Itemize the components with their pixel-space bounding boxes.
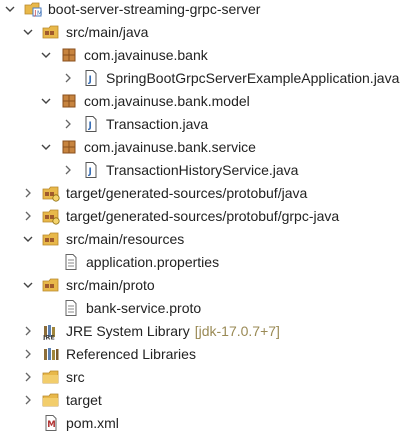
library-container-icon (42, 345, 60, 363)
svg-text:M: M (47, 420, 55, 430)
tree-item-package-service[interactable]: com.javainuse.bank.service (40, 136, 256, 158)
source-folder-label: src/main/resources (66, 231, 185, 247)
maven-xml-file-icon: M (42, 414, 60, 432)
svg-text:JRE: JRE (42, 334, 55, 341)
project-folder-icon: J M (24, 0, 42, 18)
chevron-down-icon[interactable] (22, 233, 34, 245)
tree-item-package-model[interactable]: com.javainuse.bank.model (40, 90, 250, 112)
chevron-right-icon[interactable] (22, 394, 34, 406)
jre-library-icon: JRE (42, 322, 60, 340)
chevron-right-icon[interactable] (22, 371, 34, 383)
project-label: boot-server-streaming-grpc-server (48, 1, 261, 17)
source-folder-label: src/main/java (66, 24, 149, 40)
tree-item-target-folder[interactable]: target (22, 389, 102, 411)
tree-item-referenced-libraries[interactable]: Referenced Libraries (22, 343, 196, 365)
package-icon (60, 46, 78, 64)
tree-item-src-main-proto[interactable]: src/main/proto (22, 274, 155, 296)
source-folder-label: src/main/proto (66, 277, 155, 293)
tree-item-properties-file[interactable]: application.properties (62, 251, 219, 273)
chevron-right-icon[interactable] (62, 72, 74, 84)
chevron-down-icon[interactable] (40, 49, 52, 61)
chevron-down-icon[interactable] (22, 279, 34, 291)
source-folder-label: target/generated-sources/protobuf/grpc-j… (66, 208, 340, 224)
package-label: com.javainuse.bank (84, 47, 208, 63)
file-label: Transaction.java (106, 116, 209, 132)
chevron-right-icon[interactable] (62, 164, 74, 176)
jdk-version-decoration: [jdk-17.0.7+7] (194, 323, 280, 339)
chevron-down-icon[interactable] (40, 95, 52, 107)
source-folder-icon (42, 230, 60, 248)
generated-source-folder-icon (42, 184, 60, 202)
chevron-down-icon[interactable] (4, 3, 16, 15)
tree-item-proto-file[interactable]: bank-service.proto (62, 297, 201, 319)
folder-label: src (66, 369, 85, 385)
text-file-icon (62, 299, 80, 317)
svg-text:J: J (33, 9, 36, 17)
tree-item-java-file[interactable]: J Transaction.java (62, 113, 208, 135)
file-label: application.properties (86, 254, 220, 270)
package-label: com.javainuse.bank.model (84, 93, 250, 109)
chevron-right-icon[interactable] (22, 210, 34, 222)
folder-label: target (66, 392, 102, 408)
tree-item-java-file[interactable]: J TransactionHistoryService.java (62, 159, 298, 181)
tree-item-src-main-resources[interactable]: src/main/resources (22, 228, 184, 250)
library-label: JRE System Library (66, 323, 190, 339)
chevron-down-icon[interactable] (40, 141, 52, 153)
tree-item-java-file[interactable]: J SpringBootGrpcServerExampleApplication… (62, 67, 399, 89)
tree-item-package-bank[interactable]: com.javainuse.bank (40, 44, 208, 66)
file-label: SpringBootGrpcServerExampleApplication.j… (106, 70, 400, 86)
generated-source-folder-icon (42, 207, 60, 225)
chevron-right-icon[interactable] (62, 118, 74, 130)
package-icon (60, 92, 78, 110)
svg-text:J: J (88, 75, 92, 85)
folder-icon (42, 368, 60, 386)
file-label: bank-service.proto (86, 300, 202, 316)
chevron-right-icon[interactable] (22, 187, 34, 199)
library-label: Referenced Libraries (66, 346, 196, 362)
source-folder-icon (42, 23, 60, 41)
tree-item-src-folder[interactable]: src (22, 366, 85, 388)
chevron-down-icon[interactable] (22, 26, 34, 38)
java-file-icon: J (82, 161, 100, 179)
svg-text:J: J (88, 167, 92, 177)
svg-text:M: M (37, 10, 42, 17)
java-file-icon: J (82, 69, 100, 87)
java-file-icon: J (82, 115, 100, 133)
tree-item-generated-grpc-java[interactable]: target/generated-sources/protobuf/grpc-j… (22, 205, 339, 227)
tree-item-src-main-java[interactable]: src/main/java (22, 21, 148, 43)
chevron-right-icon[interactable] (22, 325, 34, 337)
package-label: com.javainuse.bank.service (84, 139, 256, 155)
source-folder-icon (42, 276, 60, 294)
tree-item-jre-library[interactable]: JRE JRE System Library [jdk-17.0.7+7] (22, 320, 280, 342)
tree-item-generated-java[interactable]: target/generated-sources/protobuf/java (22, 182, 307, 204)
source-folder-label: target/generated-sources/protobuf/java (66, 185, 308, 201)
svg-text:J: J (88, 121, 92, 131)
file-label: pom.xml (66, 415, 119, 431)
tree-item-project[interactable]: J M boot-server-streaming-grpc-server (4, 0, 260, 20)
chevron-right-icon[interactable] (22, 348, 34, 360)
folder-icon (42, 391, 60, 409)
project-explorer-tree: J M boot-server-streaming-grpc-server sr… (0, 0, 417, 431)
text-file-icon (62, 253, 80, 271)
file-label: TransactionHistoryService.java (106, 162, 299, 178)
package-icon (60, 138, 78, 156)
